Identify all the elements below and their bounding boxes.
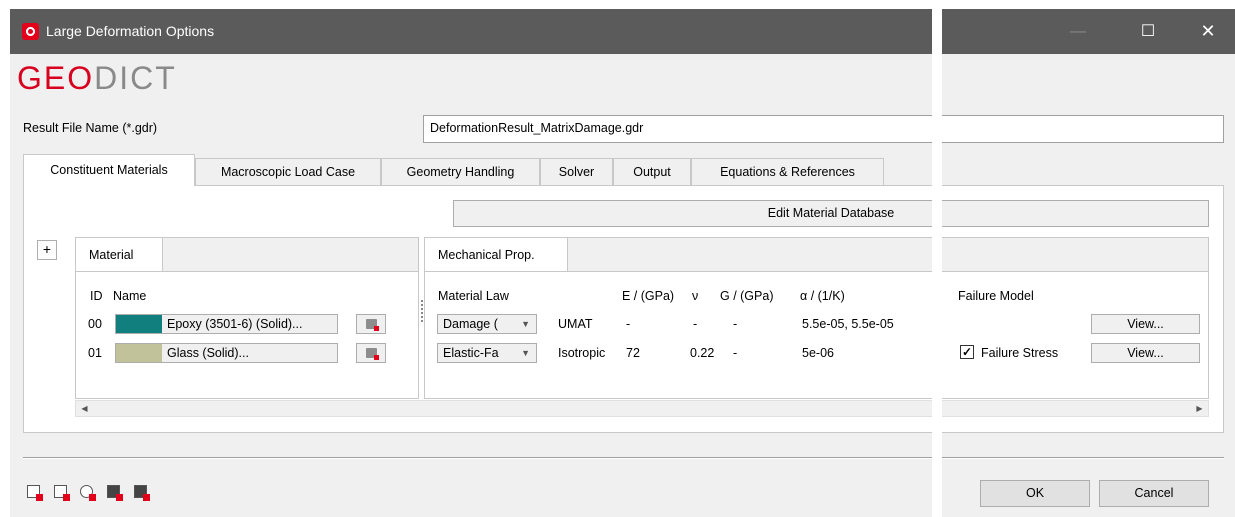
header-material-law: Material Law	[438, 289, 509, 303]
title-bar: Large Deformation Options — ☐ ✕	[10, 9, 1235, 54]
pane-splitter-handle[interactable]	[421, 300, 423, 322]
material-law-type: Isotropic	[558, 346, 606, 360]
material-law-value: Damage (	[443, 317, 498, 331]
material-db-icon	[366, 319, 379, 331]
poisson-value: 0.22	[690, 346, 715, 360]
reset-parameters-icon[interactable]	[79, 484, 96, 501]
material-law-select[interactable]: Elastic-Fa ▼	[437, 343, 537, 363]
material-color-swatch	[116, 344, 162, 362]
save-parameters-icon[interactable]	[53, 484, 70, 501]
g-modulus-value: -	[733, 346, 738, 360]
material-db-icon	[366, 348, 379, 360]
mechanical-prop-tab[interactable]: Mechanical Prop.	[425, 238, 568, 271]
load-parameters-icon[interactable]	[26, 484, 43, 501]
chevron-down-icon: ▼	[521, 319, 530, 329]
failure-stress-checkbox[interactable]: ✓	[960, 345, 974, 359]
material-name-button[interactable]: Glass (Solid)...	[115, 343, 338, 363]
failure-model-view-button[interactable]: View...	[1091, 343, 1200, 363]
macro-settings-icon[interactable]	[106, 484, 123, 501]
column-header-name: Name	[113, 289, 147, 303]
geodict-app-icon	[22, 23, 39, 40]
result-file-label: Result File Name (*.gdr)	[23, 121, 158, 135]
material-assign-button[interactable]	[356, 314, 386, 334]
maximize-icon[interactable]: ☐	[1125, 9, 1171, 54]
thermal-expansion-value: 5.5e-05, 5.5e-05	[802, 317, 894, 331]
logo-geo: GEO	[17, 60, 95, 96]
material-id: 01	[88, 346, 102, 360]
add-material-button[interactable]: +	[37, 240, 57, 260]
tab-macroscopic-load-case[interactable]: Macroscopic Load Case	[195, 158, 381, 185]
material-name-button[interactable]: Epoxy (3501-6) (Solid)...	[115, 314, 338, 334]
header-failure-model: Failure Model	[958, 289, 1034, 303]
edit-material-database-button[interactable]: Edit Material Database	[453, 200, 1209, 227]
e-modulus-value: -	[626, 317, 631, 331]
scroll-right-icon[interactable]: ▶	[1191, 401, 1208, 416]
screen-gap-overlay	[932, 0, 942, 517]
material-law-select[interactable]: Damage ( ▼	[437, 314, 537, 334]
header-e-modulus: E / (GPa)	[622, 289, 675, 303]
thermal-expansion-value: 5e-06	[802, 346, 834, 360]
poisson-value: -	[693, 317, 698, 331]
failure-stress-label: Failure Stress	[981, 346, 1059, 360]
material-name-label: Epoxy (3501-6) (Solid)...	[167, 317, 303, 331]
header-g-modulus: G / (GPa)	[720, 289, 774, 303]
material-law-type: UMAT	[558, 317, 593, 331]
minimize-icon[interactable]: —	[1055, 9, 1101, 54]
bottom-separator	[23, 457, 1224, 459]
tab-geometry-handling[interactable]: Geometry Handling	[381, 158, 540, 185]
material-assign-button[interactable]	[356, 343, 386, 363]
chevron-down-icon: ▼	[521, 348, 530, 358]
geodict-logo: GEODICT	[17, 60, 177, 97]
g-modulus-value: -	[733, 317, 738, 331]
material-id: 00	[88, 317, 102, 331]
header-thermal-expansion: α / (1/K)	[800, 289, 845, 303]
export-settings-icon[interactable]	[133, 484, 150, 501]
e-modulus-value: 72	[626, 346, 640, 360]
logo-dict: DICT	[94, 60, 177, 96]
result-file-input[interactable]: DeformationResult_MatrixDamage.gdr	[423, 115, 1224, 143]
tab-solver[interactable]: Solver	[540, 158, 613, 185]
ok-button[interactable]: OK	[980, 480, 1090, 507]
material-tab[interactable]: Material	[76, 238, 163, 271]
header-poisson: ν	[692, 289, 699, 303]
tab-output[interactable]: Output	[613, 158, 691, 185]
close-icon[interactable]: ✕	[1185, 9, 1231, 54]
horizontal-scrollbar[interactable]: ◀ ▶	[75, 400, 1209, 417]
column-header-id: ID	[90, 289, 103, 303]
material-name-label: Glass (Solid)...	[167, 346, 249, 360]
cancel-button[interactable]: Cancel	[1099, 480, 1209, 507]
material-law-value: Elastic-Fa	[443, 346, 499, 360]
tab-constituent-materials[interactable]: Constituent Materials	[23, 154, 195, 186]
tab-equations-references[interactable]: Equations & References	[691, 158, 884, 185]
material-color-swatch	[116, 315, 162, 333]
scroll-left-icon[interactable]: ◀	[76, 401, 93, 416]
failure-model-view-button[interactable]: View...	[1091, 314, 1200, 334]
window-title: Large Deformation Options	[46, 23, 215, 39]
